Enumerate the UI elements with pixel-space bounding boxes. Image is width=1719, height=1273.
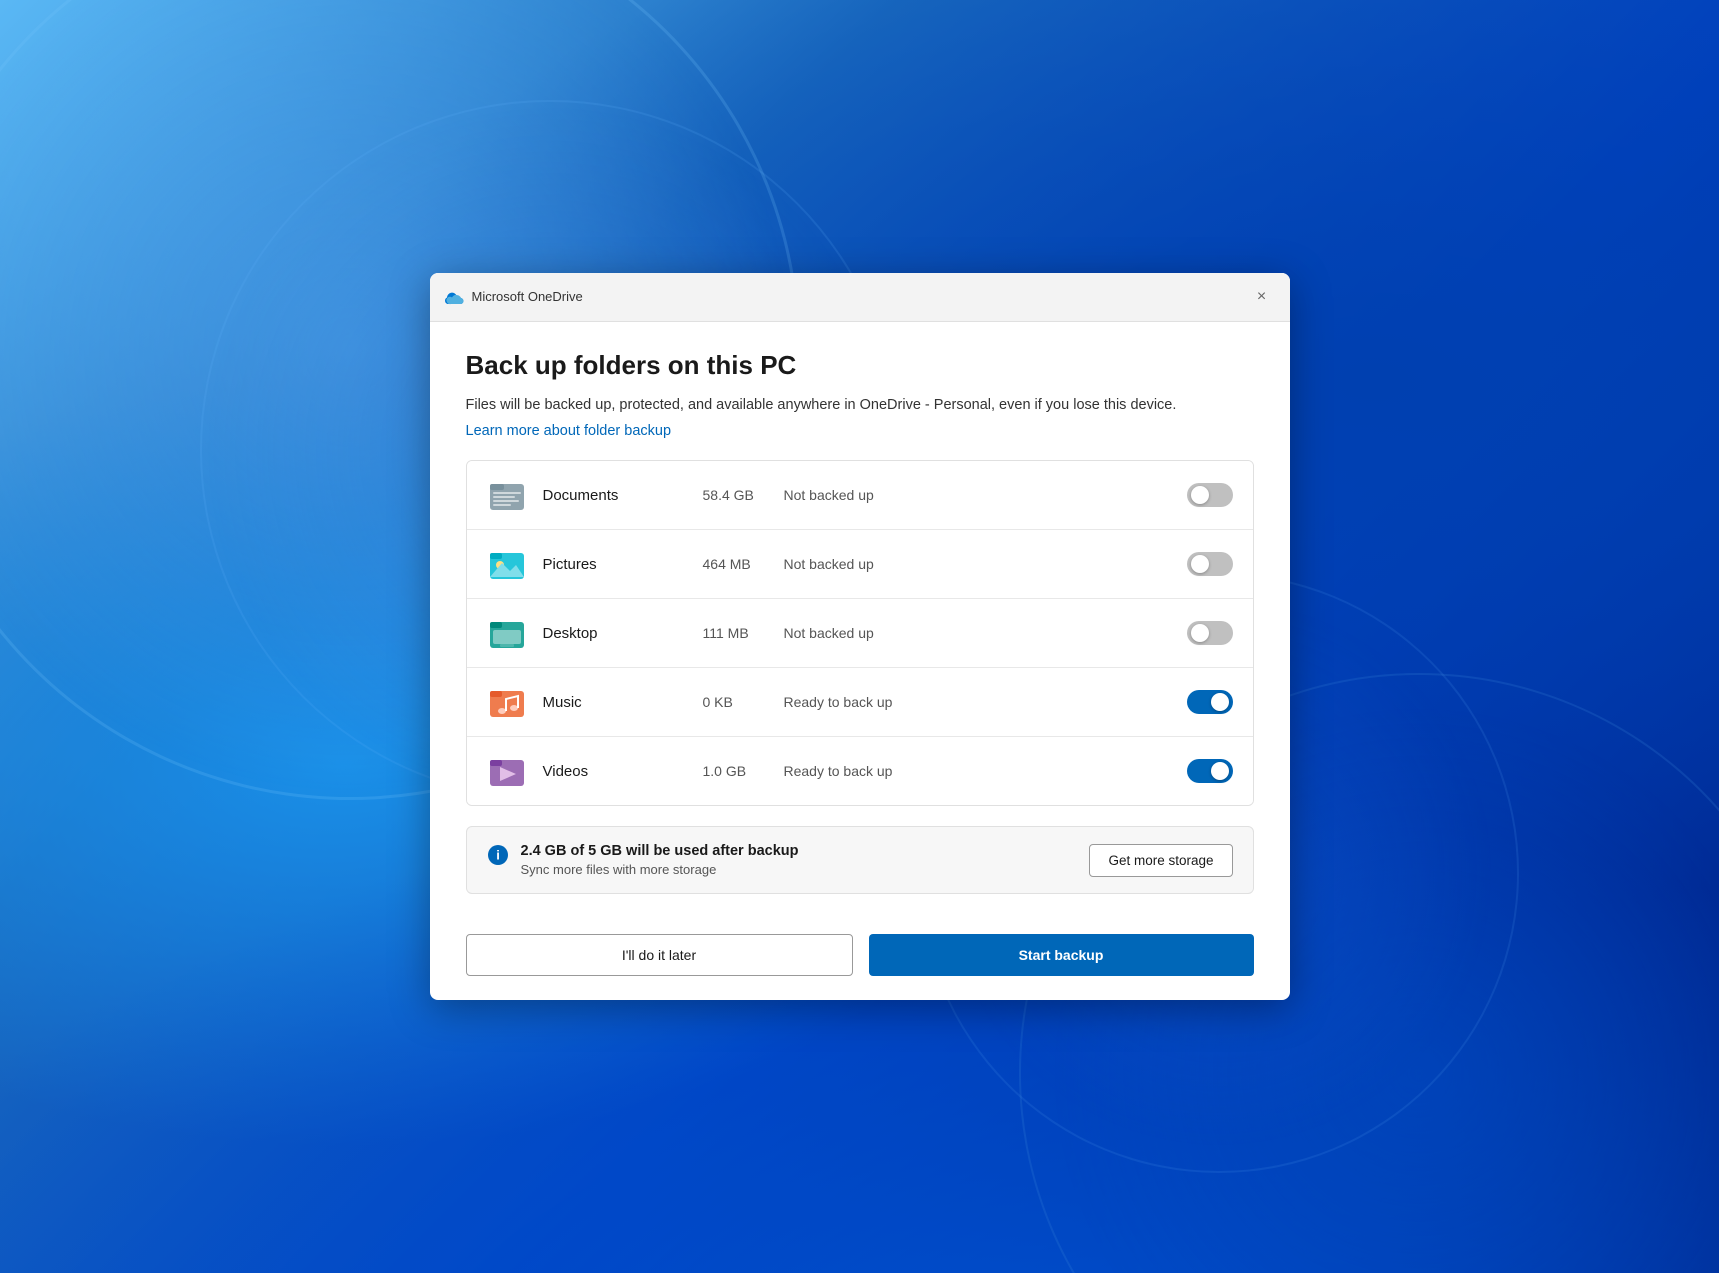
- pictures-folder-name: Pictures: [543, 556, 663, 573]
- dialog-content: Back up folders on this PC Files will be…: [430, 322, 1290, 919]
- music-folder-status: Ready to back up: [784, 694, 1187, 710]
- pictures-folder-size: 464 MB: [703, 556, 768, 572]
- music-toggle[interactable]: [1187, 690, 1233, 714]
- folder-row-desktop: Desktop 111 MB Not backed up: [467, 599, 1253, 668]
- storage-left: i 2.4 GB of 5 GB will be used after back…: [487, 843, 799, 877]
- desktop-folder-size: 111 MB: [703, 625, 768, 641]
- pictures-toggle[interactable]: [1187, 552, 1233, 576]
- desktop-folder-icon: [487, 613, 527, 653]
- folder-row-videos: Videos 1.0 GB Ready to back up: [467, 737, 1253, 805]
- videos-folder-status: Ready to back up: [784, 763, 1187, 779]
- storage-text-block: 2.4 GB of 5 GB will be used after backup…: [521, 843, 799, 877]
- start-backup-button[interactable]: Start backup: [869, 934, 1254, 976]
- folder-row-documents: Documents 58.4 GB Not backed up: [467, 461, 1253, 530]
- documents-folder-size: 58.4 GB: [703, 487, 768, 503]
- close-button[interactable]: ×: [1248, 283, 1276, 311]
- info-icon: i: [487, 844, 509, 866]
- videos-folder-name: Videos: [543, 763, 663, 780]
- dialog-description: Files will be backed up, protected, and …: [466, 395, 1254, 417]
- videos-toggle[interactable]: [1187, 759, 1233, 783]
- get-more-storage-button[interactable]: Get more storage: [1089, 844, 1232, 877]
- dialog-heading: Back up folders on this PC: [466, 350, 1254, 381]
- music-folder-icon: [487, 682, 527, 722]
- learn-more-link[interactable]: Learn more about folder backup: [466, 423, 672, 439]
- desktop-folder-name: Desktop: [543, 625, 663, 642]
- documents-folder-icon: [487, 475, 527, 515]
- storage-sub-text: Sync more files with more storage: [521, 862, 799, 877]
- documents-folder-name: Documents: [543, 487, 663, 504]
- pictures-folder-icon: [487, 544, 527, 584]
- onedrive-dialog: Microsoft OneDrive × Back up folders on …: [430, 273, 1290, 1001]
- videos-folder-icon: [487, 751, 527, 791]
- music-folder-size: 0 KB: [703, 694, 768, 710]
- documents-folder-status: Not backed up: [784, 487, 1187, 503]
- desktop-toggle[interactable]: [1187, 621, 1233, 645]
- music-folder-name: Music: [543, 694, 663, 711]
- documents-toggle[interactable]: [1187, 483, 1233, 507]
- storage-info-panel: i 2.4 GB of 5 GB will be used after back…: [466, 826, 1254, 894]
- folder-row-pictures: Pictures 464 MB Not backed up: [467, 530, 1253, 599]
- storage-main-text: 2.4 GB of 5 GB will be used after backup: [521, 843, 799, 859]
- desktop-folder-status: Not backed up: [784, 625, 1187, 641]
- pictures-folder-status: Not backed up: [784, 556, 1187, 572]
- svg-text:i: i: [496, 848, 500, 863]
- title-bar-left: Microsoft OneDrive: [444, 287, 583, 307]
- folders-list: Documents 58.4 GB Not backed up P: [466, 460, 1254, 806]
- dialog-footer: I'll do it later Start backup: [430, 918, 1290, 1000]
- onedrive-icon: [444, 287, 464, 307]
- title-bar: Microsoft OneDrive ×: [430, 273, 1290, 322]
- app-title: Microsoft OneDrive: [472, 289, 583, 304]
- folder-row-music: Music 0 KB Ready to back up: [467, 668, 1253, 737]
- videos-folder-size: 1.0 GB: [703, 763, 768, 779]
- later-button[interactable]: I'll do it later: [466, 934, 853, 976]
